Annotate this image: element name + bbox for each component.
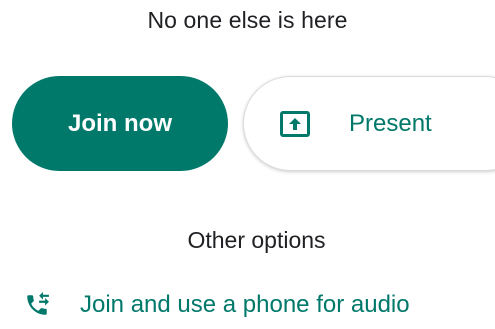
join-phone-audio-link[interactable]: Join and use a phone for audio [24, 291, 410, 319]
present-label: Present [349, 109, 432, 137]
present-button[interactable]: Present [243, 76, 495, 171]
phone-forwarded-icon [24, 292, 50, 318]
present-screen-icon [280, 110, 310, 137]
join-now-label: Join now [68, 109, 172, 137]
meeting-lobby-panel: No one else is here Join now Present Oth… [0, 0, 495, 329]
join-now-button[interactable]: Join now [12, 76, 228, 171]
other-options-heading: Other options [187, 227, 326, 253]
meeting-status-text: No one else is here [147, 7, 348, 33]
phone-audio-label: Join and use a phone for audio [80, 291, 410, 318]
